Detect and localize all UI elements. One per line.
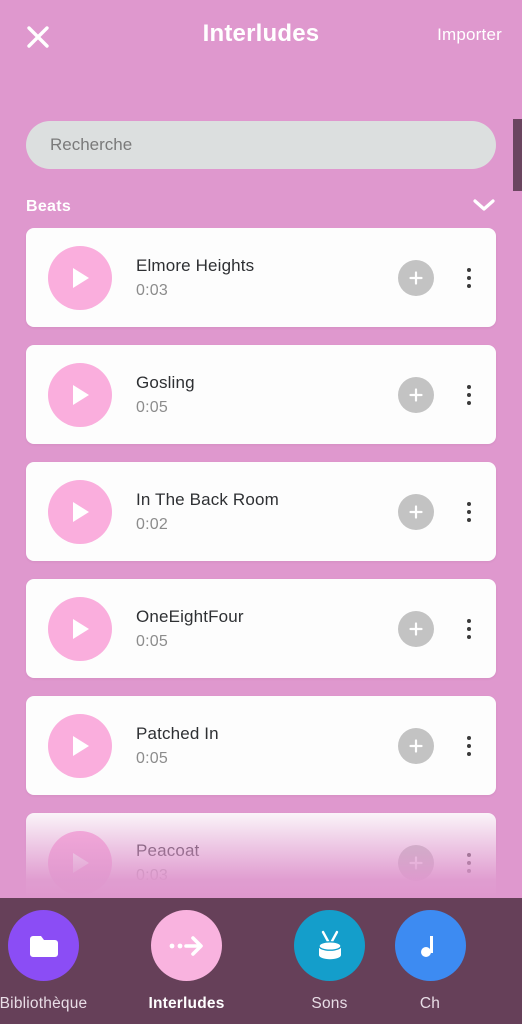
track-title: In The Back Room (136, 489, 279, 509)
plus-icon[interactable] (398, 610, 434, 647)
more-vertical-icon[interactable] (454, 609, 484, 649)
play-icon[interactable] (48, 830, 112, 895)
search-field-wrapper (26, 121, 496, 169)
track-row[interactable]: Elmore Heights 0:03 (26, 228, 496, 327)
more-vertical-icon[interactable] (454, 375, 484, 415)
track-row[interactable]: Patched In 0:05 (26, 696, 496, 795)
plus-icon[interactable] (398, 844, 434, 881)
plus-icon[interactable] (398, 376, 434, 413)
nav-item-label: Interludes (148, 995, 225, 1012)
nav-item-sons[interactable]: Sons (258, 910, 401, 1013)
nav-item-interludes[interactable]: Interludes (115, 910, 258, 1013)
scrollbar-thumb[interactable] (513, 119, 522, 191)
track-title: Elmore Heights (136, 255, 255, 275)
more-vertical-icon[interactable] (454, 258, 484, 298)
bottom-navigation: erBibliothèqueInterludesSonsCh (0, 898, 522, 1024)
section-title: Beats (26, 198, 72, 215)
nav-item-label: Sons (311, 995, 348, 1012)
play-icon[interactable] (48, 713, 112, 778)
more-dot (467, 868, 471, 873)
more-dot (467, 751, 471, 756)
interludes-screen: Interludes Importer Beats Elmore Heights… (0, 0, 522, 1024)
more-dot (467, 384, 471, 389)
more-dot (467, 743, 471, 748)
more-dot (467, 618, 471, 623)
track-meta: In The Back Room 0:02 (136, 490, 398, 534)
track-meta: Peacoat 0:03 (136, 841, 398, 885)
track-duration: 0:03 (136, 281, 168, 299)
more-vertical-icon[interactable] (454, 492, 484, 532)
track-meta: OneEightFour 0:05 (136, 607, 398, 651)
track-title: Peacoat (136, 840, 200, 860)
more-dot (467, 626, 471, 631)
more-vertical-icon[interactable] (454, 843, 484, 883)
play-icon[interactable] (48, 479, 112, 544)
search-input[interactable] (26, 121, 496, 169)
more-dot (467, 283, 471, 288)
more-dot (467, 392, 471, 397)
section-header-beats[interactable]: Beats (26, 194, 496, 220)
more-vertical-icon[interactable] (454, 726, 484, 766)
more-dot (467, 501, 471, 506)
play-icon[interactable] (48, 245, 112, 310)
track-meta: Patched In 0:05 (136, 724, 398, 768)
track-title: OneEightFour (136, 606, 244, 626)
plus-icon[interactable] (398, 493, 434, 530)
track-row[interactable]: OneEightFour 0:05 (26, 579, 496, 678)
track-title: Gosling (136, 372, 195, 392)
track-row[interactable]: In The Back Room 0:02 (26, 462, 496, 561)
track-duration: 0:02 (136, 515, 168, 533)
track-meta: Gosling 0:05 (136, 373, 398, 417)
note-icon[interactable] (394, 910, 466, 981)
folder-icon[interactable] (8, 910, 79, 981)
more-dot (467, 509, 471, 514)
nav-item-label: Bibliothèque (0, 995, 88, 1012)
track-duration: 0:05 (136, 749, 168, 767)
more-dot (467, 400, 471, 405)
track-row[interactable]: Gosling 0:05 (26, 345, 496, 444)
more-dot (467, 735, 471, 740)
track-duration: 0:05 (136, 632, 168, 650)
chevron-down-icon[interactable] (472, 198, 496, 217)
track-meta: Elmore Heights 0:03 (136, 256, 398, 300)
nav-item-ch[interactable]: Ch (394, 910, 466, 1013)
track-list[interactable]: Elmore Heights 0:03 Gosling 0:05 In The Back… (0, 228, 522, 898)
play-icon[interactable] (48, 596, 112, 661)
more-dot (467, 517, 471, 522)
more-dot (467, 267, 471, 272)
track-title: Patched In (136, 723, 219, 743)
nav-item-label: Ch (419, 995, 441, 1012)
more-dot (467, 860, 471, 865)
more-dot (467, 275, 471, 280)
more-dot (467, 852, 471, 857)
plus-icon[interactable] (398, 727, 434, 764)
header-bar: Interludes Importer (0, 0, 522, 76)
nav-item-biblioth-que[interactable]: Bibliothèque (0, 910, 115, 1013)
import-button[interactable]: Importer (437, 25, 502, 45)
track-row[interactable]: Peacoat 0:03 (26, 813, 496, 898)
play-icon[interactable] (48, 362, 112, 427)
more-dot (467, 634, 471, 639)
track-duration: 0:05 (136, 398, 168, 416)
dashed-arrow-icon[interactable] (151, 910, 222, 981)
plus-icon[interactable] (398, 259, 434, 296)
drum-icon[interactable] (294, 910, 365, 981)
track-duration: 0:03 (136, 866, 168, 884)
